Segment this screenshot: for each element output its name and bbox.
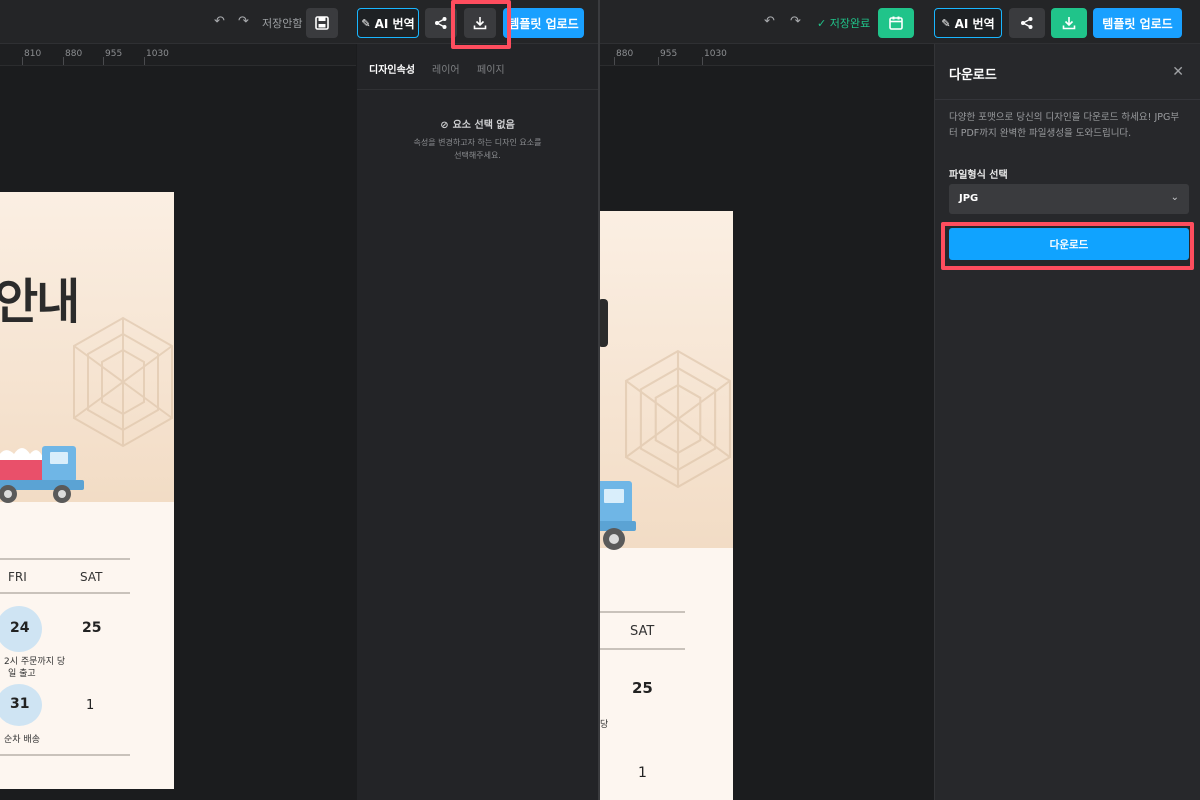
calendar-note: 순차 배송	[4, 735, 40, 745]
magic-wand-icon: ✎	[361, 16, 371, 30]
save-button[interactable]	[306, 8, 338, 38]
ai-translate-button[interactable]: ✎ AI 번역	[934, 8, 1002, 38]
calendar-note: 일 출고	[8, 669, 36, 679]
file-format-select[interactable]: JPG ⌄	[949, 184, 1189, 214]
file-format-label: 파일형식 선택	[949, 170, 1008, 181]
decorative-pattern	[624, 349, 732, 489]
panel-tabs: 디자인속성 레이어 페이지	[357, 44, 598, 90]
calendar-line	[600, 648, 685, 650]
share-icon	[1021, 17, 1033, 29]
properties-panel: 디자인속성 레이어 페이지 ⊘ 요소 선택 없음 속성을 변경하고자 하는 디자인…	[357, 44, 598, 800]
calendar-date: 1	[86, 698, 95, 713]
top-toolbar: ↶ ↷ ✓ 저장완료 ✎ AI 번역 템플릿 업로드	[600, 0, 1200, 44]
ai-translate-label: AI 번역	[954, 16, 995, 31]
share-button[interactable]	[425, 8, 457, 38]
download-icon	[1062, 17, 1076, 30]
check-icon: ✓	[817, 17, 827, 30]
empty-state-desc-1: 속성을 변경하고자 하는 디자인 요소를	[413, 138, 542, 147]
magic-wand-icon: ✎	[941, 16, 951, 30]
floppy-disk-icon	[315, 16, 329, 30]
download-submit-button[interactable]: 다운로드	[949, 228, 1189, 260]
redo-icon[interactable]: ↷	[790, 14, 801, 30]
share-button[interactable]	[1009, 8, 1045, 38]
close-icon[interactable]: ✕	[1172, 64, 1184, 80]
save-status-label: 저장완료	[829, 17, 871, 30]
chevron-down-icon: ⌄	[1170, 192, 1179, 203]
no-selection-icon: ⊘	[440, 120, 449, 131]
download-panel: 다운로드 ✕ 다양한 포맷으로 당신의 디자인을 다운로드 하세요! JPG부 …	[934, 44, 1200, 800]
day-header-sat: SAT	[80, 570, 103, 584]
save-status-text: 저장안함	[262, 17, 303, 30]
decorative-pattern	[73, 316, 173, 448]
design-canvas[interactable]: SAT 25 당 1	[600, 66, 934, 800]
screenshot-root: ↶ ↷ 저장안함 ✎ AI 번역 템플릿 업로드 810 880 955 103…	[0, 0, 1200, 800]
card-title-fragment	[600, 299, 608, 347]
template-upload-button[interactable]: 템플릿 업로드	[503, 8, 584, 38]
tab-layers[interactable]: 레이어	[432, 61, 460, 76]
ruler-label: 880	[65, 49, 83, 59]
ruler-label: 955	[660, 49, 678, 59]
save-status-text: ✓ 저장완료	[817, 15, 870, 31]
file-format-value: JPG	[959, 193, 979, 204]
calendar-date: 25	[632, 679, 653, 697]
top-toolbar: ↶ ↷ 저장안함 ✎ AI 번역 템플릿 업로드	[0, 0, 598, 44]
calendar-line	[0, 592, 130, 594]
horizontal-ruler: 810 880 955 1030	[0, 44, 356, 66]
delivery-truck-illustration	[0, 446, 84, 503]
calendar-save-icon	[889, 16, 903, 30]
ruler-label: 1030	[704, 49, 727, 59]
calendar-line	[0, 558, 130, 560]
download-description: 다양한 포맷으로 당신의 디자인을 다운로드 하세요! JPG부 터 PDF까지…	[949, 110, 1191, 142]
ruler-label: 880	[616, 49, 634, 59]
horizontal-ruler: · 880 955 1030	[600, 44, 934, 66]
download-icon	[473, 17, 487, 30]
calendar-date: 31	[10, 696, 30, 712]
calendar-note: 당	[600, 720, 609, 730]
ai-translate-label: AI 번역	[374, 16, 415, 31]
undo-icon[interactable]: ↶	[214, 14, 225, 30]
design-canvas[interactable]: 안내 FRI SAT 24 25 2시 주문까지 당 일 출고 31 1 순차 …	[0, 66, 356, 800]
day-header-fri: FRI	[8, 570, 27, 584]
tab-pages[interactable]: 페이지	[477, 61, 505, 76]
ruler-label: 1030	[146, 49, 169, 59]
editor-before: ↶ ↷ 저장안함 ✎ AI 번역 템플릿 업로드 810 880 955 103…	[0, 0, 598, 800]
panel-divider	[935, 99, 1200, 100]
calendar-date: 25	[82, 620, 102, 636]
design-card[interactable]: SAT 25 당 1	[600, 211, 733, 800]
calendar-date: 1	[638, 765, 647, 781]
card-title: 안내	[0, 274, 80, 330]
card-calendar-area	[600, 548, 733, 800]
ruler-label: 810	[24, 49, 42, 59]
download-description-line: 다양한 포맷으로 당신의 디자인을 다운로드 하세요! JPG부	[949, 112, 1180, 123]
tab-design-properties[interactable]: 디자인속성	[369, 61, 415, 76]
empty-state-desc-2: 선택해주세요.	[454, 151, 501, 160]
share-icon	[435, 17, 447, 29]
calendar-line	[600, 611, 685, 613]
editor-after: ↶ ↷ ✓ 저장완료 ✎ AI 번역 템플릿 업로드 · 880 955 103…	[600, 0, 1200, 800]
calendar-date: 24	[10, 620, 30, 636]
redo-icon[interactable]: ↷	[238, 14, 249, 30]
download-description-line: 터 PDF까지 완벽한 파일생성을 도와드립니다.	[949, 128, 1132, 139]
template-upload-button[interactable]: 템플릿 업로드	[1093, 8, 1182, 38]
design-card[interactable]: 안내 FRI SAT 24 25 2시 주문까지 당 일 출고 31 1 순차 …	[0, 192, 174, 789]
ai-translate-button[interactable]: ✎ AI 번역	[357, 8, 419, 38]
empty-state-title-text: 요소 선택 없음	[452, 120, 515, 131]
ruler-label: 955	[105, 49, 123, 59]
download-button[interactable]	[464, 8, 496, 38]
delivery-truck-illustration	[600, 481, 636, 550]
calendar-line	[0, 754, 130, 756]
empty-state-title: ⊘ 요소 선택 없음	[357, 116, 598, 131]
undo-icon[interactable]: ↶	[764, 14, 775, 30]
download-panel-title: 다운로드	[949, 68, 997, 83]
save-button[interactable]	[878, 8, 914, 38]
download-button[interactable]	[1051, 8, 1087, 38]
day-header-sat: SAT	[630, 624, 655, 639]
